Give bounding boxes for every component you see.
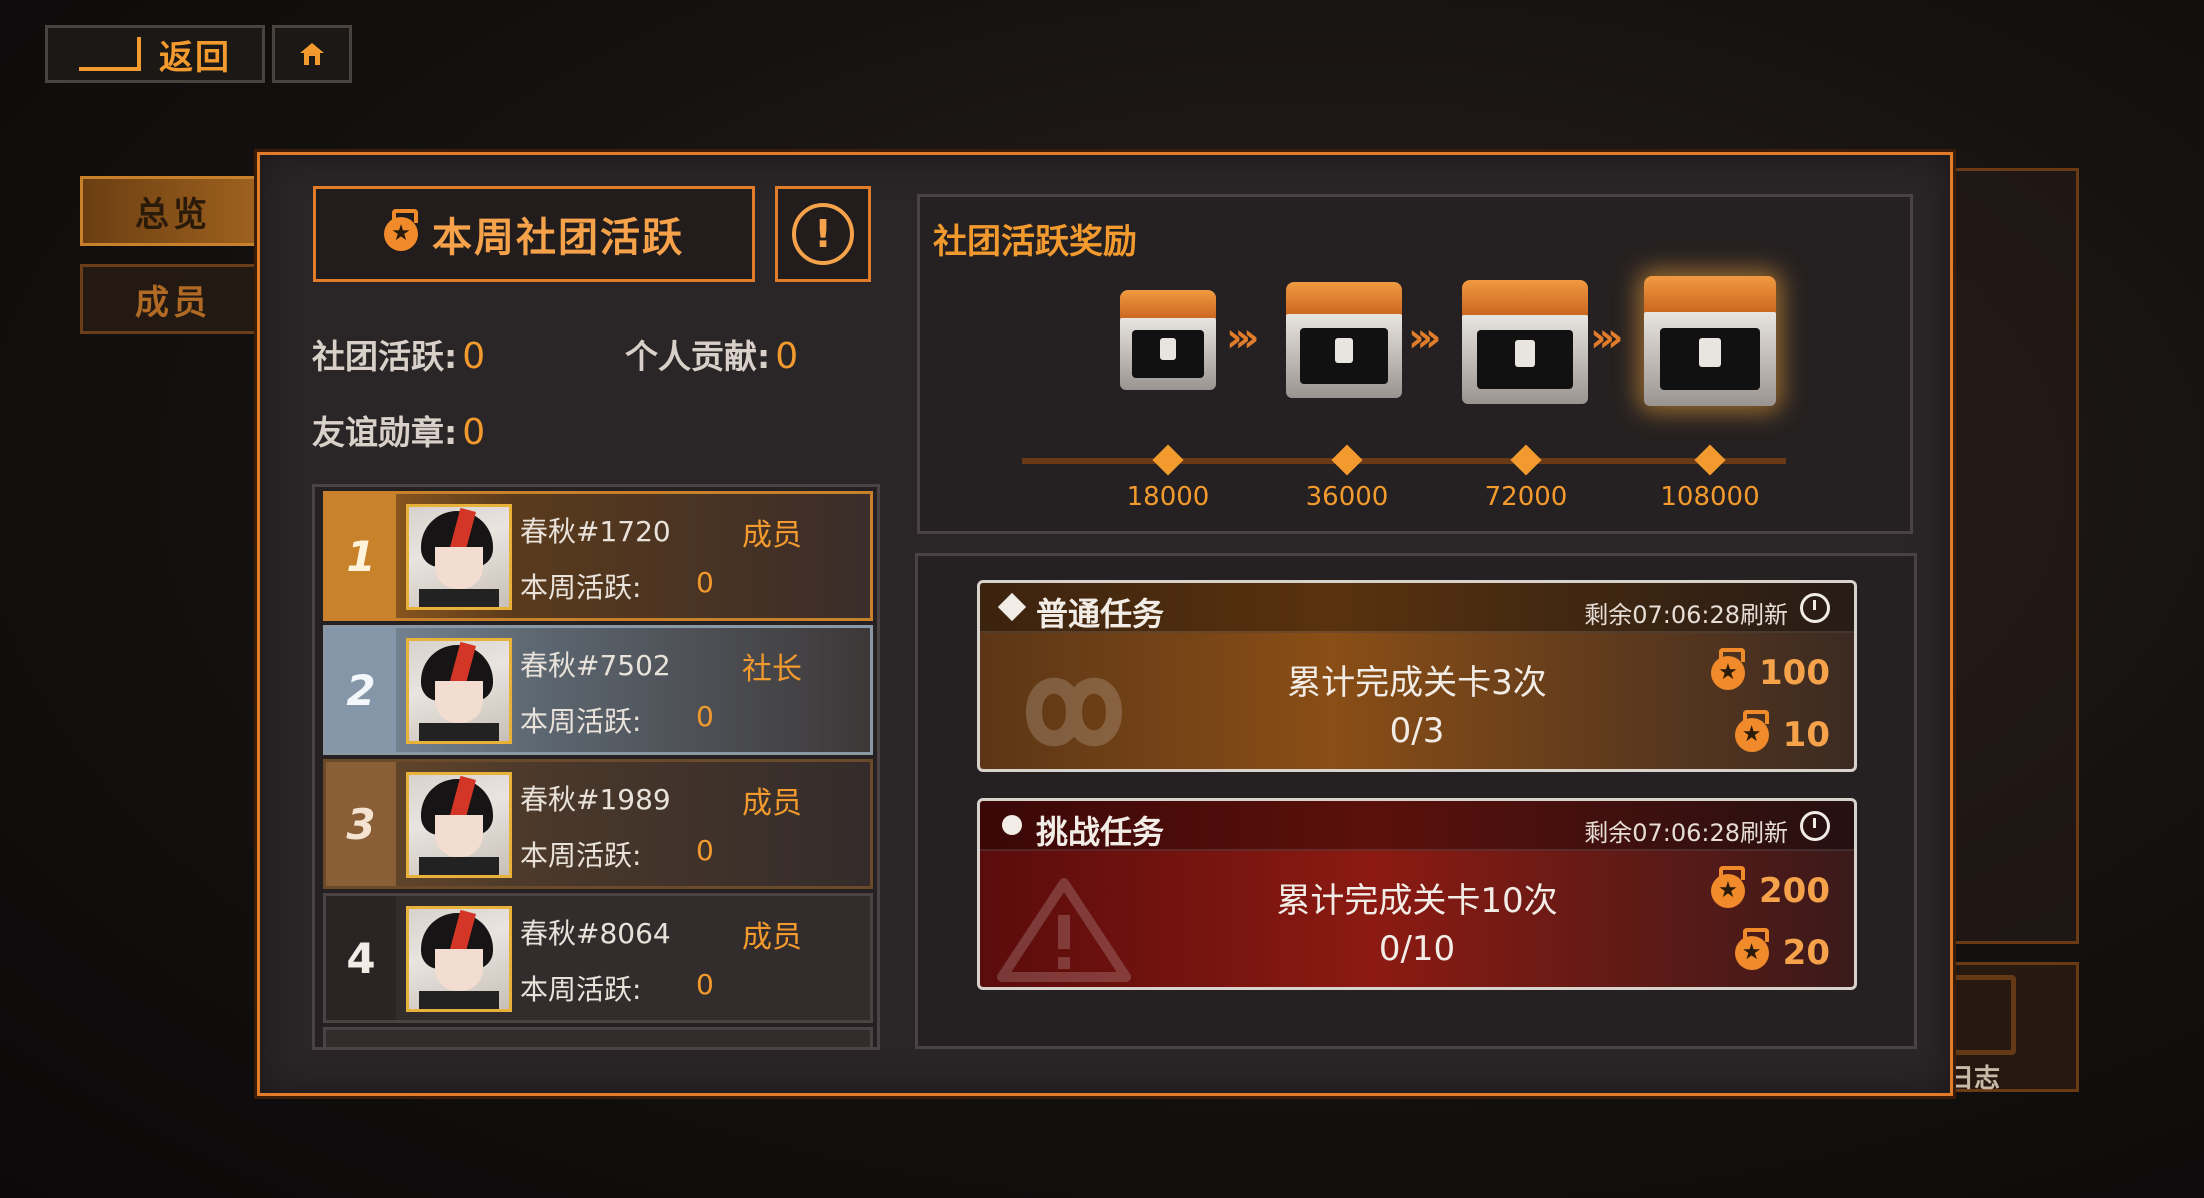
- reward-chest-1[interactable]: [1120, 290, 1216, 390]
- task-reward-primary: 100: [1711, 648, 1830, 693]
- task-reward-secondary: 20: [1734, 928, 1830, 973]
- refresh-timer: 剩余07:06:28刷新: [1584, 601, 1788, 629]
- personal-contribution-label: 个人贡献:: [625, 337, 771, 376]
- avatar: [406, 906, 512, 1012]
- member-role: 成员: [742, 518, 802, 553]
- milestone-threshold: 108000: [1660, 482, 1760, 512]
- milestone-threshold: 36000: [1305, 482, 1389, 512]
- lock-icon: [1334, 337, 1354, 364]
- back-button[interactable]: 返回: [45, 25, 265, 83]
- medal-icon: [1711, 866, 1746, 908]
- friendship-medal-label: 友谊勋章:: [312, 413, 458, 452]
- rank-badge: 3: [326, 762, 396, 886]
- skull-icon: [1002, 815, 1022, 835]
- rank-badge: 2: [326, 628, 396, 752]
- club-activity-label: 社团活跃:: [312, 337, 458, 376]
- personal-contribution-stat: 个人贡献: 0: [625, 330, 798, 378]
- personal-contribution-value: 0: [775, 336, 799, 377]
- club-activity-stat: 社团活跃: 0: [312, 330, 485, 378]
- challenge-task-card[interactable]: 挑战任务 剩余07:06:28刷新 累计完成关卡10次 0/10 200 20: [977, 798, 1857, 990]
- milestone-threshold: 18000: [1126, 482, 1210, 512]
- avatar: [406, 772, 512, 878]
- background-panel: [1940, 168, 2079, 944]
- weekly-activity-label: 本周活跃:: [520, 973, 642, 1006]
- clock-icon: [1800, 811, 1830, 841]
- reward-progress-track: [1022, 458, 1786, 464]
- task-name: 挑战任务: [1036, 813, 1165, 851]
- chevron-right-icon: ›››: [1226, 315, 1260, 361]
- reward-amount: 10: [1782, 715, 1830, 755]
- lock-icon: [1699, 338, 1721, 367]
- member-role: 成员: [742, 786, 802, 821]
- chevron-right-icon: ›››: [1408, 315, 1442, 361]
- reward-chest-2[interactable]: [1286, 282, 1402, 398]
- clock-icon: [1800, 593, 1830, 623]
- normal-task-card[interactable]: 普通任务 剩余07:06:28刷新 累计完成关卡3次 0/3 100 10: [977, 580, 1857, 772]
- medal-icon: [1734, 710, 1769, 752]
- diamond-icon: [997, 592, 1027, 622]
- task-reward-primary: 200: [1711, 866, 1830, 911]
- task-name: 普通任务: [1036, 595, 1165, 633]
- task-progress: 0/3: [1389, 711, 1445, 751]
- log-icon: [1950, 975, 2016, 1055]
- reward-chest-4[interactable]: [1644, 276, 1776, 406]
- reward-chest-3[interactable]: [1462, 280, 1588, 404]
- member-role: 成员: [742, 920, 802, 955]
- log-label: 日志: [1948, 1064, 2001, 1094]
- tab-overview[interactable]: 总览: [80, 176, 266, 246]
- weekly-activity-value: 0: [696, 700, 714, 733]
- reward-amount: 200: [1759, 871, 1830, 911]
- member-ranking-list[interactable]: 1 春秋#1720 成员 本周活跃: 0 2 春秋#7502 社长 本周活跃: …: [312, 484, 880, 1050]
- member-name: 春秋#7502: [520, 649, 671, 682]
- refresh-timer: 剩余07:06:28刷新: [1584, 819, 1788, 847]
- reward-amount: 20: [1782, 933, 1830, 973]
- weekly-activity-label: 本周活跃:: [520, 571, 642, 604]
- weekly-activity-value: 0: [696, 968, 714, 1001]
- friendship-medal-value: 0: [462, 412, 486, 453]
- ranking-row[interactable]: 1 春秋#1720 成员 本周活跃: 0: [323, 491, 873, 621]
- back-arrow-icon: [79, 37, 141, 71]
- avatar: [406, 638, 512, 744]
- back-label: 返回: [159, 37, 231, 78]
- member-name: 春秋#1989: [520, 783, 671, 816]
- chevron-right-icon: ›››: [1590, 315, 1624, 361]
- tab-members[interactable]: 成员: [80, 264, 266, 334]
- lock-icon: [1514, 339, 1536, 367]
- ranking-row[interactable]: 3 春秋#1989 成员 本周活跃: 0: [323, 759, 873, 889]
- reward-title: 社团活跃奖励: [933, 222, 1137, 262]
- weekly-activity-value: 0: [696, 566, 714, 599]
- rank-badge: 4: [326, 896, 396, 1020]
- lock-icon: [1160, 338, 1176, 360]
- reward-amount: 100: [1759, 653, 1830, 693]
- task-header: 挑战任务 剩余07:06:28刷新: [980, 801, 1854, 851]
- info-icon: !: [792, 203, 854, 265]
- milestone-threshold: 72000: [1484, 482, 1568, 512]
- ranking-row[interactable]: [323, 1027, 873, 1047]
- avatar: [406, 504, 512, 610]
- member-name: 春秋#1720: [520, 515, 671, 548]
- task-header: 普通任务 剩余07:06:28刷新: [980, 583, 1854, 633]
- ranking-row[interactable]: 2 春秋#7502 社长 本周活跃: 0: [323, 625, 873, 755]
- task-progress: 0/10: [1378, 929, 1456, 969]
- medal-icon: [1711, 648, 1746, 690]
- member-role: 社长: [742, 652, 802, 687]
- home-button[interactable]: [272, 25, 352, 83]
- weekly-activity-value: 0: [696, 834, 714, 867]
- weekly-activity-label: 本周活跃:: [520, 839, 642, 872]
- weekly-activity-label: 本周活跃:: [520, 705, 642, 738]
- club-activity-value: 0: [462, 336, 486, 377]
- task-reward-secondary: 10: [1734, 710, 1830, 755]
- ranking-row[interactable]: 4 春秋#8064 成员 本周活跃: 0: [323, 893, 873, 1023]
- page-title: 本周社团活跃: [432, 215, 684, 261]
- medal-icon: [1734, 928, 1769, 970]
- member-name: 春秋#8064: [520, 917, 671, 950]
- home-icon: [300, 43, 324, 65]
- info-button[interactable]: !: [775, 186, 871, 282]
- friendship-medal-stat: 友谊勋章: 0: [312, 406, 485, 454]
- medal-icon: [384, 209, 418, 251]
- rank-badge: 1: [326, 494, 396, 618]
- weekly-activity-header: 本周社团活跃: [313, 186, 755, 282]
